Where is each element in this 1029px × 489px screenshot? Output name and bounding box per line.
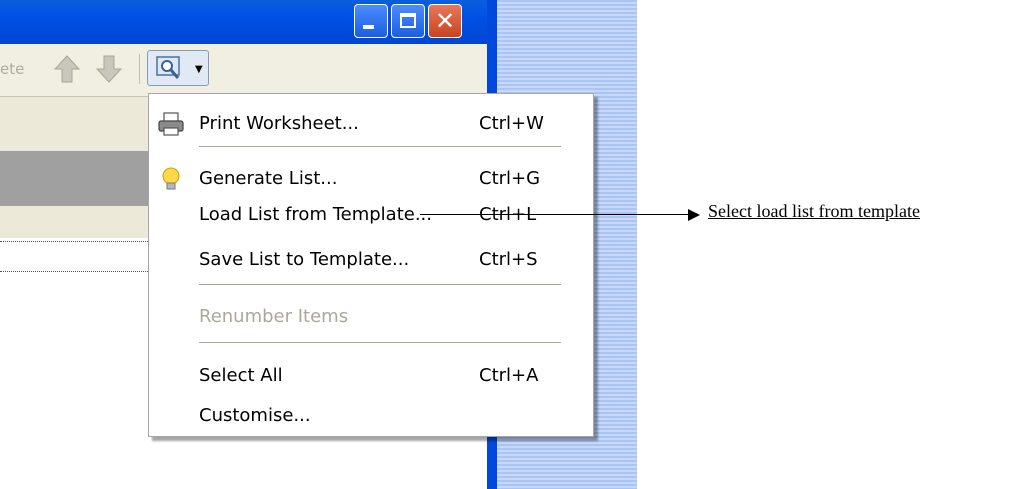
minimize-button[interactable] — [354, 4, 388, 38]
menu-item-save-list-to-template[interactable]: Save List to Template... Ctrl+S — [149, 241, 593, 281]
lightbulb-icon — [162, 167, 180, 190]
down-arrow-icon[interactable] — [96, 54, 122, 84]
menu-separator — [199, 284, 561, 285]
chevron-down-icon: ▼ — [195, 64, 203, 75]
find-dropdown-button[interactable]: ▼ — [147, 50, 209, 86]
maximize-button[interactable] — [391, 4, 425, 38]
magnifier-icon — [156, 56, 180, 79]
menu-item-load-list-from-template[interactable]: Load List from Template... Ctrl+L — [149, 196, 593, 236]
menu-item-shortcut: Ctrl+W — [479, 113, 544, 134]
menu-separator — [199, 146, 561, 147]
menu-item-label: Customise... — [199, 405, 311, 426]
menu-item-shortcut: Ctrl+S — [479, 249, 538, 270]
menu-item-label: Load List from Template... — [199, 204, 432, 225]
dotted-divider — [0, 271, 160, 272]
arrow-right-icon — [688, 209, 700, 221]
close-icon: ✕ — [434, 7, 456, 35]
menu-item-renumber-items: Renumber Items — [149, 298, 593, 338]
menu-item-label: Select All — [199, 365, 283, 386]
menu-item-print-worksheet[interactable]: Print Worksheet... Ctrl+W — [149, 105, 593, 145]
menu-item-generate-list[interactable]: Generate List... Ctrl+G — [149, 160, 593, 200]
dotted-divider — [0, 241, 160, 242]
callout-label: Select load list from template — [708, 201, 920, 221]
callout-line — [420, 214, 690, 215]
menu-item-shortcut: Ctrl+A — [479, 365, 539, 386]
dropdown-menu: Print Worksheet... Ctrl+W Generate List.… — [148, 93, 594, 437]
menu-item-label: Renumber Items — [199, 306, 349, 327]
menu-item-select-all[interactable]: Select All Ctrl+A — [149, 357, 593, 397]
close-button[interactable]: ✕ — [428, 4, 462, 38]
menu-item-label: Generate List... — [199, 168, 338, 189]
menu-item-shortcut: Ctrl+G — [479, 168, 541, 189]
delete-button-label[interactable]: ete — [0, 60, 24, 78]
toolbar: ete ▼ — [0, 44, 487, 97]
menu-item-customise[interactable]: Customise... — [149, 397, 593, 437]
toolbar-separator — [139, 54, 140, 84]
menu-separator — [199, 342, 561, 343]
up-arrow-icon[interactable] — [54, 54, 80, 84]
printer-icon — [158, 112, 184, 136]
menu-item-label: Save List to Template... — [199, 249, 410, 270]
menu-item-label: Print Worksheet... — [199, 113, 359, 134]
